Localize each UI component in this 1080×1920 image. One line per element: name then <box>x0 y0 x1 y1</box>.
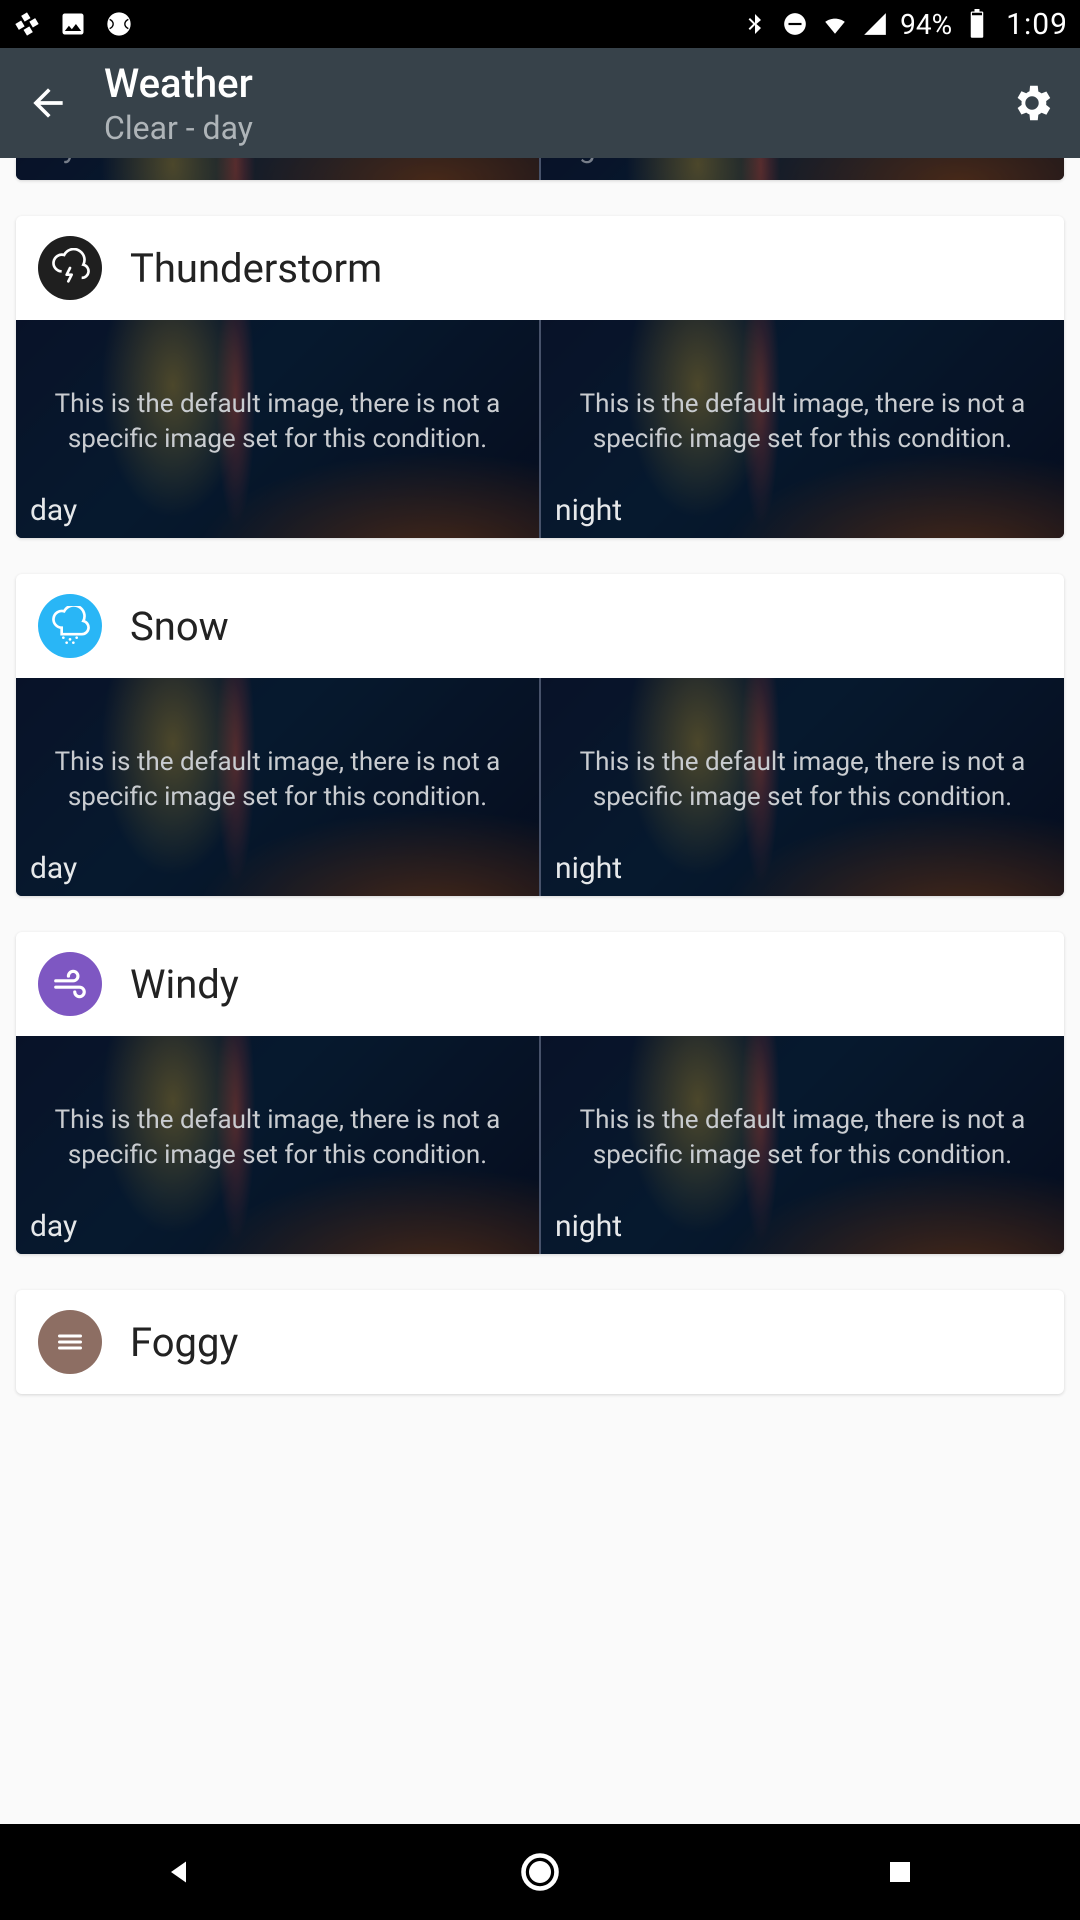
clock-text: 1:09 <box>1006 7 1068 42</box>
default-message: This is the default image, there is not … <box>16 1103 539 1173</box>
card-header: Foggy <box>16 1290 1064 1394</box>
ball-icon <box>104 9 134 39</box>
condition-card-partial-top[interactable]: day night <box>16 158 1064 180</box>
default-message: This is the default image, there is not … <box>16 745 539 815</box>
triangle-left-icon <box>162 1854 198 1890</box>
condition-title: Foggy <box>130 1319 238 1366</box>
back-button[interactable] <box>20 75 76 131</box>
default-message: This is the default image, there is not … <box>541 745 1064 815</box>
thunderstorm-icon <box>38 236 102 300</box>
snow-icon <box>38 594 102 658</box>
card-header: Thunderstorm <box>16 216 1064 320</box>
bluetooth-icon <box>740 9 770 39</box>
pane-label-day: day <box>30 1209 77 1244</box>
day-pane[interactable]: This is the default image, there is not … <box>16 1036 539 1254</box>
pinwheel-icon <box>12 9 42 39</box>
nav-home-button[interactable] <box>500 1832 580 1912</box>
pane-label-night: night <box>555 493 622 528</box>
square-icon <box>885 1857 915 1887</box>
card-header: Windy <box>16 932 1064 1036</box>
night-pane[interactable]: night <box>539 158 1064 180</box>
condition-card-windy[interactable]: Windy This is the default image, there i… <box>16 932 1064 1254</box>
card-body: This is the default image, there is not … <box>16 678 1064 896</box>
condition-title: Thunderstorm <box>130 245 382 292</box>
card-body: day night <box>16 158 1064 180</box>
condition-title: Snow <box>130 603 229 650</box>
wind-icon <box>38 952 102 1016</box>
pane-label-night: night <box>555 1209 622 1244</box>
default-message: This is the default image, there is not … <box>541 387 1064 457</box>
page-subtitle: Clear - day <box>104 109 253 147</box>
circle-icon <box>518 1850 562 1894</box>
pane-label-night: night <box>555 158 622 165</box>
gear-icon <box>1009 80 1055 126</box>
dnd-icon <box>780 9 810 39</box>
card-body: This is the default image, there is not … <box>16 1036 1064 1254</box>
fog-icon <box>38 1310 102 1374</box>
night-pane[interactable]: This is the default image, there is not … <box>539 1036 1064 1254</box>
condition-title: Windy <box>130 961 239 1008</box>
wifi-icon <box>820 9 850 39</box>
pane-label-day: day <box>30 493 77 528</box>
content-scroll[interactable]: day night Thunderstorm This is the defau… <box>0 158 1080 1824</box>
signal-icon <box>860 9 890 39</box>
battery-percent: 94% <box>900 8 952 41</box>
day-pane[interactable]: This is the default image, there is not … <box>16 678 539 896</box>
image-icon <box>58 9 88 39</box>
appbar-titles: Weather Clear - day <box>104 60 253 147</box>
app-bar: Weather Clear - day <box>0 48 1080 158</box>
day-pane[interactable]: This is the default image, there is not … <box>16 320 539 538</box>
battery-icon <box>962 9 992 39</box>
night-pane[interactable]: This is the default image, there is not … <box>539 320 1064 538</box>
card-body: This is the default image, there is not … <box>16 320 1064 538</box>
status-right: 94% 1:09 <box>740 7 1068 42</box>
page-title: Weather <box>104 60 253 107</box>
pane-label-day: day <box>30 851 77 886</box>
nav-back-button[interactable] <box>140 1832 220 1912</box>
settings-button[interactable] <box>1004 75 1060 131</box>
nav-recent-button[interactable] <box>860 1832 940 1912</box>
condition-card-thunderstorm[interactable]: Thunderstorm This is the default image, … <box>16 216 1064 538</box>
status-left <box>12 9 134 39</box>
pane-label-night: night <box>555 851 622 886</box>
default-message: This is the default image, there is not … <box>16 387 539 457</box>
navigation-bar <box>0 1824 1080 1920</box>
condition-card-snow[interactable]: Snow This is the default image, there is… <box>16 574 1064 896</box>
arrow-left-icon <box>26 81 70 125</box>
default-message: This is the default image, there is not … <box>541 1103 1064 1173</box>
status-bar: 94% 1:09 <box>0 0 1080 48</box>
pane-label-day: day <box>30 158 77 165</box>
condition-card-foggy[interactable]: Foggy <box>16 1290 1064 1394</box>
day-pane[interactable]: day <box>16 158 539 180</box>
card-header: Snow <box>16 574 1064 678</box>
night-pane[interactable]: This is the default image, there is not … <box>539 678 1064 896</box>
